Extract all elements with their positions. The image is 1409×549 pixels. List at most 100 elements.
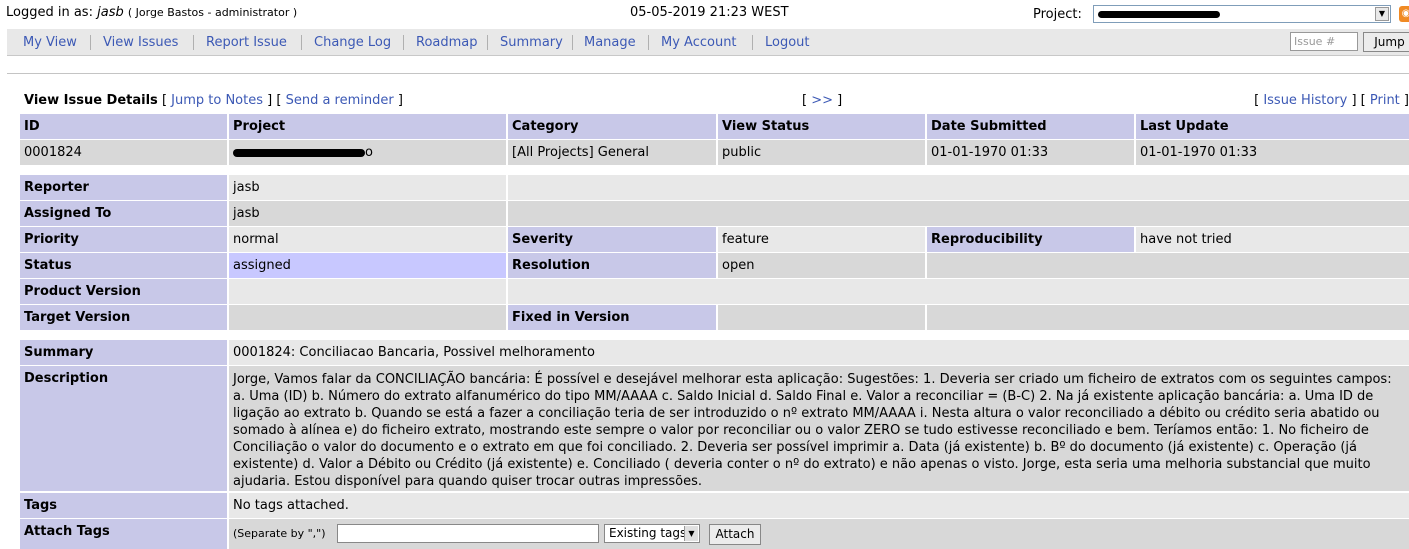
priority-label: Priority bbox=[20, 227, 227, 252]
jump-to-notes-link[interactable]: Jump to Notes bbox=[171, 93, 263, 108]
details-actions: [ Issue History ] [ Print ] bbox=[1254, 93, 1409, 108]
chevron-down-icon: ▼ bbox=[684, 526, 698, 541]
severity-value: feature bbox=[718, 227, 925, 252]
fixed-in-version-value bbox=[718, 305, 925, 330]
rss-icon[interactable]: ◉ bbox=[1399, 6, 1409, 22]
project-label: Project: bbox=[1033, 7, 1082, 22]
menu-separator bbox=[648, 35, 649, 50]
existing-tags-value: Existing tags bbox=[609, 526, 687, 540]
menu-separator bbox=[301, 35, 302, 50]
menu-separator bbox=[572, 35, 573, 50]
issue-category: [All Projects] General bbox=[508, 140, 716, 165]
login-user[interactable]: jasb bbox=[97, 5, 124, 20]
jump-button[interactable]: Jump bbox=[1363, 32, 1409, 52]
menu-separator bbox=[193, 35, 194, 50]
target-version-value bbox=[229, 305, 506, 330]
summary-value: 0001824: Conciliacao Bancaria, Possivel … bbox=[229, 340, 1409, 365]
assigned-label: Assigned To bbox=[20, 201, 227, 226]
top-bar: Logged in as: jasb ( Jorge Bastos - admi… bbox=[0, 0, 1409, 28]
resolution-value: open bbox=[718, 253, 925, 278]
attach-button[interactable]: Attach bbox=[709, 524, 761, 545]
col-view-status: View Status bbox=[718, 114, 925, 139]
col-id: ID bbox=[20, 114, 227, 139]
project-select-value-redacted bbox=[1098, 11, 1220, 18]
send-reminder-link[interactable]: Send a reminder bbox=[286, 93, 394, 108]
col-project: Project bbox=[229, 114, 506, 139]
empty-cell bbox=[927, 253, 1409, 278]
menu-my-account[interactable]: My Account bbox=[661, 35, 737, 50]
table-row: Product Version bbox=[20, 279, 1409, 304]
issue-id: 0001824 bbox=[20, 140, 227, 165]
tags-value: No tags attached. bbox=[229, 493, 1409, 518]
reporter-label: Reporter bbox=[20, 175, 227, 200]
tag-input[interactable] bbox=[337, 524, 599, 543]
issue-project: o bbox=[229, 140, 506, 165]
menu-separator bbox=[403, 35, 404, 50]
separate-note: (Separate by ",") bbox=[233, 527, 326, 540]
table-row: Reporter jasb bbox=[20, 175, 1409, 200]
menu-summary[interactable]: Summary bbox=[500, 35, 563, 50]
issue-history-link[interactable]: Issue History bbox=[1263, 93, 1347, 108]
table-row: Priority normal Severity feature Reprodu… bbox=[20, 227, 1409, 252]
col-date-submitted: Date Submitted bbox=[927, 114, 1134, 139]
menu-report-issue[interactable]: Report Issue bbox=[206, 35, 287, 50]
chevron-down-icon: ▼ bbox=[1375, 7, 1389, 21]
description-value: Jorge, Vamos falar da CONCILIAÇÃO bancár… bbox=[229, 366, 1409, 491]
menu-view-issues[interactable]: View Issues bbox=[103, 35, 178, 50]
login-prefix: Logged in as: bbox=[6, 5, 93, 20]
empty-cell bbox=[927, 305, 1409, 330]
table-row: Description Jorge, Vamos falar da CONCIL… bbox=[20, 366, 1409, 491]
issue-nav: [ >> ] bbox=[802, 93, 843, 108]
severity-label: Severity bbox=[508, 227, 716, 252]
target-version-label: Target Version bbox=[20, 305, 227, 330]
menu-my-view[interactable]: My View bbox=[23, 35, 77, 50]
col-category: Category bbox=[508, 114, 716, 139]
empty-cell bbox=[508, 201, 1409, 226]
details-title: View Issue Details bbox=[24, 93, 158, 108]
table-row: Summary 0001824: Conciliacao Bancaria, P… bbox=[20, 340, 1409, 365]
menu-change-log[interactable]: Change Log bbox=[314, 35, 391, 50]
project-select[interactable]: ▼ bbox=[1093, 5, 1391, 23]
empty-cell bbox=[508, 279, 1409, 304]
issue-last-update: 01-01-1970 01:33 bbox=[1136, 140, 1409, 165]
menu-manage[interactable]: Manage bbox=[584, 35, 636, 50]
table-row: 0001824 o [All Projects] General public … bbox=[20, 140, 1409, 165]
resolution-label: Resolution bbox=[508, 253, 716, 278]
project-name-redacted bbox=[233, 148, 365, 157]
fixed-in-version-label: Fixed in Version bbox=[508, 305, 716, 330]
reporter-value: jasb bbox=[229, 175, 506, 200]
col-last-update: Last Update bbox=[1136, 114, 1409, 139]
menu-separator bbox=[90, 35, 91, 50]
table-row: Assigned To jasb bbox=[20, 201, 1409, 226]
print-link[interactable]: Print bbox=[1370, 93, 1400, 108]
login-fullname: ( Jorge Bastos - administrator ) bbox=[127, 6, 298, 19]
table-row: Tags No tags attached. bbox=[20, 493, 1409, 518]
priority-value: normal bbox=[229, 227, 506, 252]
reproducibility-label: Reproducibility bbox=[927, 227, 1134, 252]
assigned-value: jasb bbox=[229, 201, 506, 226]
issue-view-status: public bbox=[718, 140, 925, 165]
login-info: Logged in as: jasb ( Jorge Bastos - admi… bbox=[6, 5, 297, 20]
table-row: Status assigned Resolution open bbox=[20, 253, 1409, 278]
status-value: assigned bbox=[229, 253, 506, 278]
current-datetime: 05-05-2019 21:23 WEST bbox=[630, 5, 789, 20]
next-issue-link[interactable]: >> bbox=[811, 93, 833, 108]
menu-roadmap[interactable]: Roadmap bbox=[416, 35, 478, 50]
menu-separator bbox=[487, 35, 488, 50]
details-header: View Issue Details [ Jump to Notes ] [ S… bbox=[24, 93, 403, 108]
tags-label: Tags bbox=[20, 493, 227, 518]
product-version-value bbox=[229, 279, 506, 304]
menu-separator bbox=[752, 35, 753, 50]
menu-logout[interactable]: Logout bbox=[765, 35, 810, 50]
description-label: Description bbox=[20, 366, 227, 491]
main-menu: My View View Issues Report Issue Change … bbox=[7, 29, 1409, 56]
empty-cell bbox=[508, 175, 1409, 200]
existing-tags-select[interactable]: Existing tags ▼ bbox=[604, 524, 700, 543]
summary-label: Summary bbox=[20, 340, 227, 365]
issue-date-submitted: 01-01-1970 01:33 bbox=[927, 140, 1134, 165]
reproducibility-value: have not tried bbox=[1136, 227, 1409, 252]
product-version-label: Product Version bbox=[20, 279, 227, 304]
issue-number-input[interactable]: Issue # bbox=[1290, 32, 1358, 51]
divider bbox=[7, 73, 1409, 74]
table-header-row: ID Project Category View Status Date Sub… bbox=[20, 114, 1409, 139]
